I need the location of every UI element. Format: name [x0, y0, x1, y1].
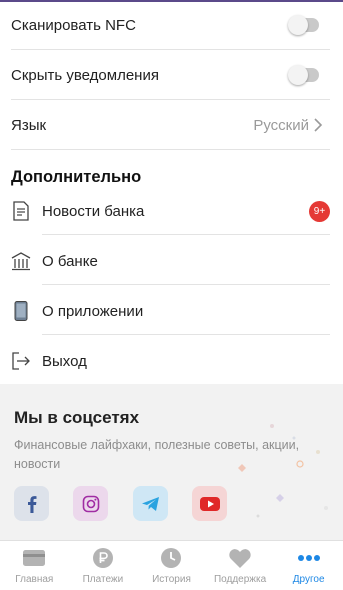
bank-news-row[interactable]: Новости банка 9+: [0, 194, 343, 228]
divider: [42, 234, 330, 235]
nfc-scan-toggle[interactable]: [288, 15, 319, 35]
notification-count-badge: 9+: [309, 200, 330, 222]
logout-label: Выход: [42, 352, 87, 370]
tab-other-label: Другое: [292, 574, 325, 585]
tab-home-label: Главная: [15, 574, 54, 585]
chevron-right-icon: [314, 118, 323, 132]
telegram-icon: [141, 496, 159, 511]
nfc-scan-row[interactable]: Сканировать NFC: [0, 8, 343, 42]
tab-history[interactable]: История: [137, 541, 206, 590]
social-section-title: Мы в соцсетях: [14, 408, 140, 427]
tab-support[interactable]: Поддержка: [206, 541, 275, 590]
language-row[interactable]: Язык Русский: [0, 108, 343, 142]
bank-news-label: Новости банка: [42, 202, 145, 220]
language-label: Язык: [11, 116, 47, 134]
tab-support-label: Поддержка: [213, 574, 267, 585]
tab-other[interactable]: Другое: [274, 541, 343, 590]
nfc-scan-label: Сканировать NFC: [11, 16, 136, 34]
instagram-button[interactable]: [73, 486, 108, 521]
language-value: Русский: [253, 116, 309, 134]
smartphone-icon: [14, 301, 28, 321]
about-bank-label: О банке: [42, 252, 98, 270]
divider: [11, 149, 330, 150]
confetti-decoration: [238, 424, 328, 518]
about-app-row[interactable]: О приложении: [0, 294, 343, 328]
tab-payments[interactable]: Платежи: [69, 541, 138, 590]
divider: [42, 284, 330, 285]
facebook-button[interactable]: [14, 486, 49, 521]
hide-notifications-toggle[interactable]: [288, 65, 319, 85]
about-bank-row[interactable]: О банке: [0, 244, 343, 278]
hide-notifications-label: Скрыть уведомления: [11, 66, 159, 84]
logout-row[interactable]: Выход: [0, 344, 343, 378]
more-dots-icon: [297, 547, 321, 569]
ruble-coin-icon: [91, 547, 115, 569]
logout-icon: [12, 352, 30, 370]
card-icon: [22, 547, 46, 569]
about-app-label: О приложении: [42, 302, 144, 320]
document-icon: [13, 201, 29, 221]
additional-section-title: Дополнительно: [11, 168, 142, 186]
tab-history-label: История: [152, 574, 191, 585]
bottom-tab-bar: Главная Платежи История Поддержка Другое: [0, 540, 343, 590]
divider: [11, 49, 330, 50]
divider: [11, 99, 330, 100]
facebook-icon: [27, 495, 36, 513]
social-section: Мы в соцсетях Финансовые лайфхаки, полез…: [0, 384, 343, 540]
top-divider-line: [0, 0, 343, 2]
instagram-icon: [82, 495, 99, 512]
hide-notifications-row[interactable]: Скрыть уведомления: [0, 58, 343, 92]
tab-home[interactable]: Главная: [0, 541, 69, 590]
youtube-button[interactable]: [192, 486, 227, 521]
clock-icon: [159, 547, 183, 569]
youtube-icon: [199, 496, 220, 511]
bank-building-icon: [11, 252, 31, 271]
tab-payments-label: Платежи: [82, 574, 124, 585]
telegram-button[interactable]: [133, 486, 168, 521]
divider: [42, 334, 330, 335]
heart-icon: [228, 547, 252, 569]
